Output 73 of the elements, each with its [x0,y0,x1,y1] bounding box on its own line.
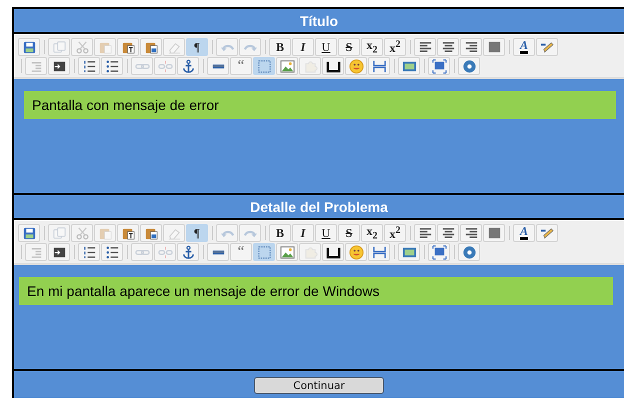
toolbar-button[interactable] [414,224,436,242]
toolbar-button[interactable]: x$^{2}$ [384,38,406,56]
toolbar-button[interactable]: I [292,38,314,56]
toolbar-button[interactable]: ¶ [186,38,208,56]
anchor-icon [180,58,196,74]
toolbar-button[interactable]: I [292,224,314,242]
toolbar-button[interactable] [48,243,70,261]
image-icon [280,58,294,74]
scissors-icon [74,40,90,54]
pencil-icon [540,226,554,240]
align-left-icon [418,226,432,240]
toolbar-button[interactable] [322,243,344,261]
section-title: Título [300,12,338,28]
toolbar-button[interactable] [437,38,459,56]
toolbar-button[interactable] [101,243,123,261]
smiley-icon [348,58,364,74]
dotted-frame-icon [256,58,272,74]
maximize-icon [432,244,446,260]
toolbar-button[interactable]: S [338,38,360,56]
toolbar-button[interactable] [460,38,482,56]
smiley-icon [348,244,364,260]
toolbar-button[interactable]: x$_{2}$ [361,224,383,242]
puzzle-icon [302,58,318,74]
toolbar-button[interactable]: “ [230,57,252,75]
copy-icon [52,226,66,240]
puzzle-icon [302,244,318,260]
toolbar-button[interactable] [78,57,100,75]
toolbar-button[interactable]: U [315,38,337,56]
save-icon [22,40,36,54]
toolbar-button[interactable] [437,224,459,242]
align-center-icon [440,226,456,240]
bullet-list-icon [104,244,120,260]
align-left-icon [418,40,432,54]
toolbar-button[interactable]: B [269,38,291,56]
toolbar-button[interactable] [460,224,482,242]
toolbar-button[interactable]: x$_{2}$ [361,38,383,56]
toolbar-button[interactable]: ¶ [186,224,208,242]
toolbar-button[interactable] [48,57,70,75]
toolbar-button[interactable]: U [315,224,337,242]
toolbar-button[interactable] [78,243,100,261]
align-center-icon [440,40,456,54]
toolbar-button[interactable]: x$^{2}$ [384,224,406,242]
image-icon [280,244,294,260]
text-editor[interactable]: En mi pantalla aparece un mensaje de error de Windows [19,277,613,305]
text-editor[interactable]: Pantalla con mensaje de error [24,91,616,119]
toolbar-button[interactable] [322,57,344,75]
justify-icon [486,226,502,240]
align-right-icon [464,226,478,240]
toolbar-button[interactable] [414,38,436,56]
toolbar-button[interactable]: S [338,224,360,242]
numbered-list-icon [82,58,96,74]
page-break-icon [372,244,386,260]
section-title: Detalle del Problema [250,198,388,214]
continue-button[interactable]: Continuar [254,377,384,394]
toolbar-button[interactable]: B [269,224,291,242]
justify-icon [486,40,502,54]
bullet-list-icon [104,58,120,74]
toolbar-button[interactable] [101,57,123,75]
copy-icon [52,40,66,54]
maximize-icon [432,58,446,74]
numbered-list-icon [82,244,96,260]
anchor-icon [180,244,196,260]
save-icon [22,226,36,240]
broken-chain-icon [158,244,172,260]
toolbar-button[interactable]: A [513,38,535,56]
align-right-icon [464,40,478,54]
scissors-icon [74,226,90,240]
broken-chain-icon [158,58,172,74]
toolbar-button[interactable]: A [513,224,535,242]
toolbar-button[interactable]: “ [230,243,252,261]
page-break-icon [372,58,386,74]
dotted-frame-icon [256,244,272,260]
pencil-icon [540,40,554,54]
